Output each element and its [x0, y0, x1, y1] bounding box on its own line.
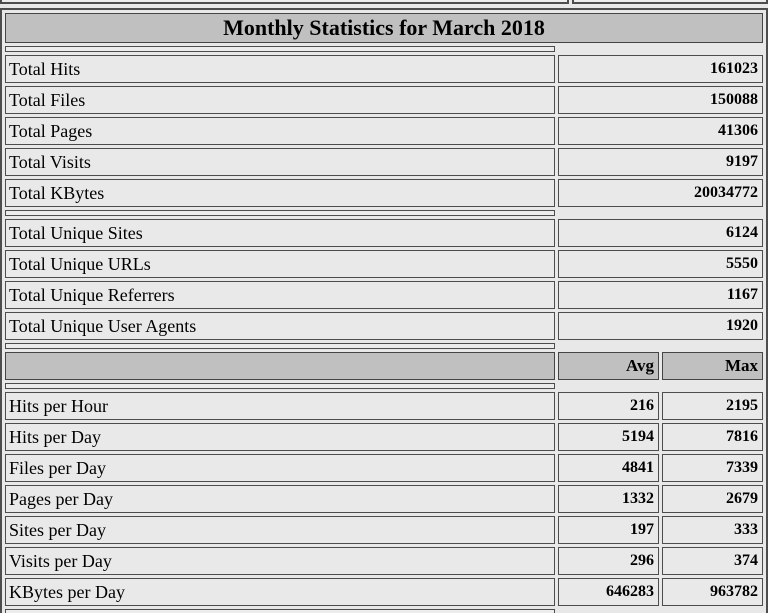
stat-label: KBytes per Day — [5, 578, 555, 606]
stat-avg: 296 — [558, 547, 659, 575]
stat-label: Files per Day — [5, 454, 555, 482]
stat-value: 1167 — [558, 281, 763, 309]
table-row: Total KBytes 20034772 — [5, 179, 763, 207]
stat-label: Pages per Day — [5, 485, 555, 513]
stat-value: 9197 — [558, 148, 763, 176]
stat-label: Total Pages — [5, 117, 555, 145]
stat-label: Visits per Day — [5, 547, 555, 575]
stat-value: 150088 — [558, 86, 763, 114]
spacer-cell — [5, 609, 555, 613]
table-row: Hits per Hour 216 2195 — [5, 392, 763, 420]
table-row: Total Pages 41306 — [5, 117, 763, 145]
column-header-max: Max — [662, 352, 763, 380]
spacer-cell — [5, 46, 555, 52]
stat-label: Hits per Day — [5, 423, 555, 451]
header-blank-cell — [5, 352, 555, 380]
table-row: Pages per Day 1332 2679 — [5, 485, 763, 513]
table-row: Total Visits 9197 — [5, 148, 763, 176]
spacer-row-cutoff-bottom — [5, 609, 763, 613]
spacer-row — [5, 46, 763, 52]
stat-max: 7816 — [662, 423, 763, 451]
avg-max-header-row: Avg Max — [5, 352, 763, 380]
stat-value: 1920 — [558, 312, 763, 340]
stat-value: 20034772 — [558, 179, 763, 207]
table-row: Total Files 150088 — [5, 86, 763, 114]
stat-avg: 1332 — [558, 485, 659, 513]
cutoff-value-cell — [572, 0, 768, 4]
stat-label: Total KBytes — [5, 179, 555, 207]
stat-avg: 646283 — [558, 578, 659, 606]
page-title: Monthly Statistics for March 2018 — [5, 13, 763, 43]
stat-max: 2679 — [662, 485, 763, 513]
stat-value: 161023 — [558, 55, 763, 83]
stat-max: 333 — [662, 516, 763, 544]
spacer-cell — [5, 210, 555, 216]
table-row: Total Unique User Agents 1920 — [5, 312, 763, 340]
stat-label: Total Files — [5, 86, 555, 114]
stat-max: 963782 — [662, 578, 763, 606]
spacer-row — [5, 383, 763, 389]
table-row: Sites per Day 197 333 — [5, 516, 763, 544]
stat-label: Total Unique Referrers — [5, 281, 555, 309]
table-row: Total Unique URLs 5550 — [5, 250, 763, 278]
monthly-statistics-table: Monthly Statistics for March 2018 Total … — [0, 8, 768, 613]
stat-label: Total Unique User Agents — [5, 312, 555, 340]
table-row: KBytes per Day 646283 963782 — [5, 578, 763, 606]
table-row: Total Unique Sites 6124 — [5, 219, 763, 247]
cutoff-row-above — [0, 0, 768, 4]
spacer-row — [5, 343, 763, 349]
stat-avg: 216 — [558, 392, 659, 420]
stat-max: 7339 — [662, 454, 763, 482]
stat-label: Hits per Hour — [5, 392, 555, 420]
stat-label: Total Unique URLs — [5, 250, 555, 278]
spacer-cell — [5, 383, 555, 389]
table-row: Total Unique Referrers 1167 — [5, 281, 763, 309]
stat-value: 41306 — [558, 117, 763, 145]
stat-label: Sites per Day — [5, 516, 555, 544]
table-row: Visits per Day 296 374 — [5, 547, 763, 575]
column-header-avg: Avg — [558, 352, 659, 380]
spacer-row — [5, 210, 763, 216]
table-row: Files per Day 4841 7339 — [5, 454, 763, 482]
spacer-cell — [5, 343, 555, 349]
stat-avg: 5194 — [558, 423, 659, 451]
table-row: Total Hits 161023 — [5, 55, 763, 83]
stat-value: 5550 — [558, 250, 763, 278]
cutoff-label-cell — [0, 0, 569, 4]
stat-max: 374 — [662, 547, 763, 575]
table-row: Hits per Day 5194 7816 — [5, 423, 763, 451]
stat-label: Total Visits — [5, 148, 555, 176]
title-row: Monthly Statistics for March 2018 — [5, 13, 763, 43]
stat-value: 6124 — [558, 219, 763, 247]
stat-avg: 197 — [558, 516, 659, 544]
stat-label: Total Unique Sites — [5, 219, 555, 247]
stat-max: 2195 — [662, 392, 763, 420]
stat-avg: 4841 — [558, 454, 659, 482]
stat-label: Total Hits — [5, 55, 555, 83]
